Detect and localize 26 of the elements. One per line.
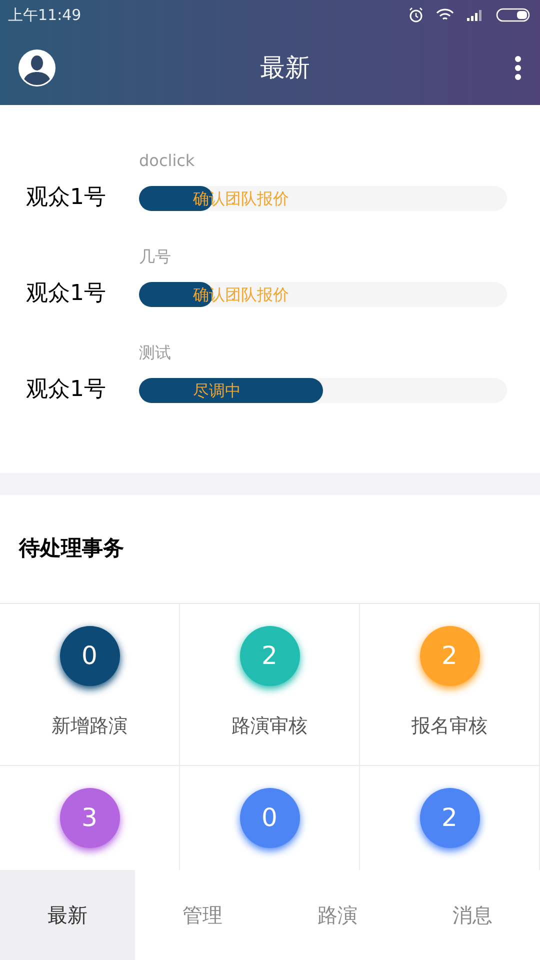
count-badge: 3 <box>60 788 120 848</box>
project-name: 几号 <box>139 246 172 268</box>
count-badge: 0 <box>60 626 120 686</box>
count-badge: 2 <box>420 626 480 686</box>
task-label[interactable]: 报名审核 <box>412 712 488 740</box>
task-label[interactable]: 新增路演 <box>52 712 128 740</box>
count-badge: 2 <box>420 788 480 848</box>
wifi-icon <box>436 8 454 22</box>
signal-icon <box>466 8 484 22</box>
battery-icon <box>496 8 532 22</box>
more-icon[interactable] <box>514 54 522 80</box>
audience-name: 观众1号 <box>25 377 107 403</box>
avatar-icon[interactable] <box>18 48 56 86</box>
project-name: 测试 <box>139 342 172 364</box>
project-name: doclick <box>139 150 196 172</box>
status-label: 尽调中 <box>193 380 241 402</box>
section-title: 待处理事务 <box>19 535 124 562</box>
audience-name: 观众1号 <box>25 185 107 211</box>
tab[interactable]: 最新 <box>0 870 135 960</box>
alarm-icon <box>408 7 424 23</box>
page-title: 最新 <box>260 52 310 84</box>
task-label[interactable]: 路演审核 <box>232 712 308 740</box>
count-badge: 0 <box>240 788 300 848</box>
status-time: 上午11:49 <box>8 4 82 26</box>
count-badge: 2 <box>240 626 300 686</box>
audience-name: 观众1号 <box>25 281 107 307</box>
